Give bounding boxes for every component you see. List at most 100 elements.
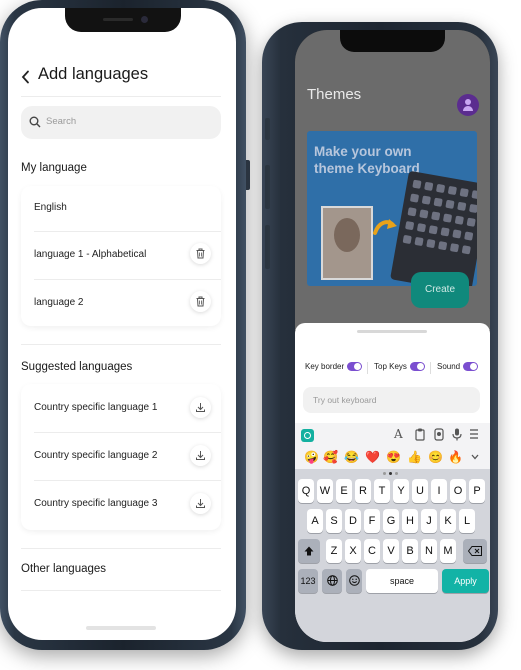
key-i[interactable]: I — [431, 479, 447, 503]
key-o[interactable]: O — [450, 479, 466, 503]
download-icon — [196, 499, 205, 508]
toggle-switch[interactable] — [347, 362, 363, 372]
emoji-key[interactable]: ❤️ — [365, 450, 380, 464]
language-item-label[interactable]: Country specific language 2 — [34, 450, 157, 461]
app-logo-icon[interactable] — [301, 429, 314, 442]
key-t[interactable]: T — [374, 479, 390, 503]
download-button[interactable] — [190, 445, 211, 466]
key-s[interactable]: S — [326, 509, 342, 533]
key-z[interactable]: Z — [326, 539, 342, 563]
my-language-header: My language — [21, 162, 87, 174]
key-b[interactable]: B — [402, 539, 418, 563]
globe-key[interactable] — [322, 569, 342, 593]
toggle-label: Sound — [437, 362, 461, 371]
theme-banner[interactable]: Make your own theme Keyboard — [307, 131, 477, 286]
key-h[interactable]: H — [402, 509, 418, 533]
emoji-key[interactable]: 🥰 — [323, 450, 338, 464]
download-icon — [196, 403, 205, 412]
key-u[interactable]: U — [412, 479, 428, 503]
other-languages-header: Other languages — [21, 563, 107, 575]
keyboard-settings-sheet: Key border Top Keys Sound Try out keyboa… — [295, 323, 490, 642]
key-x[interactable]: X — [345, 539, 361, 563]
sound-toggle[interactable]: Sound — [437, 362, 479, 372]
banner-title: Make your own theme Keyboard — [314, 144, 420, 176]
clipboard-icon[interactable] — [415, 428, 425, 441]
download-button[interactable] — [190, 493, 211, 514]
emoji-key[interactable]: 🤪 — [304, 450, 319, 464]
chevron-down-icon[interactable] — [471, 454, 479, 460]
toggle-switch[interactable] — [409, 362, 425, 372]
backspace-key[interactable] — [463, 539, 487, 563]
space-key[interactable]: space — [366, 569, 438, 593]
language-item-label[interactable]: Country specific language 3 — [34, 498, 157, 509]
divider — [34, 480, 221, 481]
divider — [34, 432, 221, 433]
emoji-key[interactable]: 👍 — [407, 450, 422, 464]
key-q[interactable]: Q — [298, 479, 314, 503]
key-n[interactable]: N — [421, 539, 437, 563]
key-w[interactable]: W — [317, 479, 333, 503]
avatar[interactable] — [457, 94, 479, 116]
tryout-keyboard-input[interactable]: Try out keyboard — [303, 387, 480, 413]
divider — [21, 96, 221, 97]
divider — [34, 231, 221, 232]
emoji-key[interactable]: 😂 — [344, 450, 359, 464]
delete-button[interactable] — [190, 243, 211, 264]
key-r[interactable]: R — [355, 479, 371, 503]
key-v[interactable]: V — [383, 539, 399, 563]
language-item-label[interactable]: language 1 - Alphabetical — [34, 249, 146, 260]
numbers-key[interactable]: 123 — [298, 569, 318, 593]
key-g[interactable]: G — [383, 509, 399, 533]
key-e[interactable]: E — [336, 479, 352, 503]
page-title: Add languages — [38, 65, 149, 83]
key-y[interactable]: Y — [393, 479, 409, 503]
microphone-icon[interactable] — [452, 428, 462, 441]
key-m[interactable]: M — [440, 539, 456, 563]
key-f[interactable]: F — [364, 509, 380, 533]
key-j[interactable]: J — [421, 509, 437, 533]
toggle-label: Top Keys — [374, 362, 407, 371]
key-l[interactable]: L — [459, 509, 475, 533]
divider — [367, 362, 368, 374]
page-dots — [383, 472, 403, 475]
divider — [34, 279, 221, 280]
key-c[interactable]: C — [364, 539, 380, 563]
toggle-switch[interactable] — [463, 362, 479, 372]
back-arrow-icon[interactable] — [21, 70, 30, 84]
home-indicator — [86, 626, 156, 630]
key-p[interactable]: P — [469, 479, 485, 503]
key-k[interactable]: K — [440, 509, 456, 533]
language-item-label[interactable]: English — [34, 202, 67, 213]
apply-button[interactable]: Apply — [442, 569, 489, 593]
emoji-key[interactable]: 😍 — [386, 450, 401, 464]
emoji-key[interactable]: 😊 — [428, 450, 443, 464]
search-placeholder: Search — [46, 116, 77, 127]
trash-icon — [196, 296, 205, 307]
divider — [21, 344, 221, 345]
emoji-suggestion-row: 🤪 🥰 😂 ❤️ 😍 👍 😊 🔥 — [295, 447, 490, 469]
shift-key[interactable] — [298, 539, 320, 563]
download-button[interactable] — [190, 397, 211, 418]
arrow-icon — [373, 219, 397, 235]
divider — [430, 362, 431, 374]
top-keys-toggle[interactable]: Top Keys — [374, 362, 425, 372]
side-button — [265, 225, 270, 269]
key-a[interactable]: A — [307, 509, 323, 533]
create-button[interactable]: Create — [411, 272, 469, 308]
font-icon[interactable]: A — [394, 427, 403, 441]
sticker-icon[interactable] — [434, 428, 444, 441]
sheet-handle[interactable] — [357, 330, 427, 333]
search-icon — [29, 116, 41, 128]
side-button — [265, 118, 270, 140]
key-d[interactable]: D — [345, 509, 361, 533]
globe-icon — [326, 575, 338, 586]
search-input[interactable]: Search — [21, 106, 221, 139]
key-border-toggle[interactable]: Key border — [305, 362, 363, 372]
backspace-icon — [467, 546, 482, 556]
menu-icon[interactable] — [470, 429, 478, 439]
language-item-label[interactable]: language 2 — [34, 297, 84, 308]
language-item-label[interactable]: Country specific language 1 — [34, 402, 157, 413]
delete-button[interactable] — [190, 291, 211, 312]
emoji-key[interactable]: 🔥 — [448, 450, 463, 464]
emoji-key[interactable] — [346, 569, 362, 593]
